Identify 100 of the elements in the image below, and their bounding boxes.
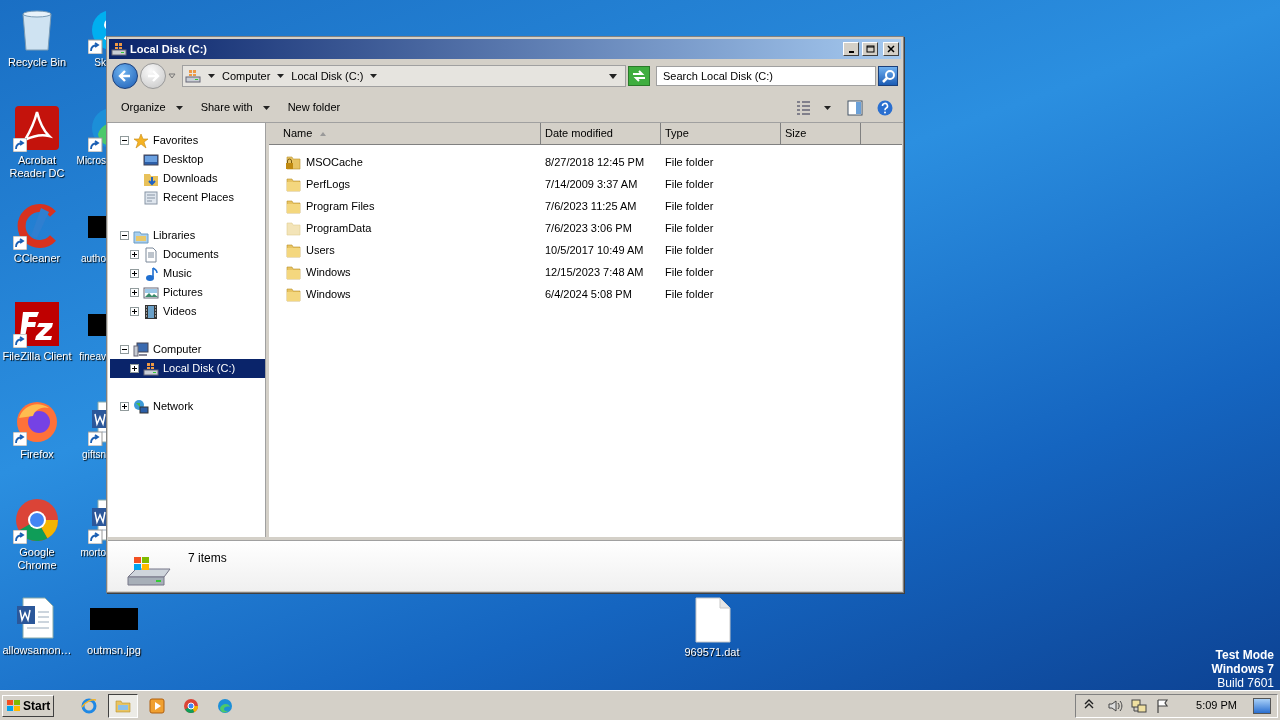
column-header[interactable]: Type (661, 123, 781, 144)
tree-item[interactable]: Local Disk (C:) (110, 359, 265, 378)
toolbar-button[interactable]: Share with (192, 95, 278, 120)
type-cell-text: File folder (664, 220, 715, 236)
file-name[interactable]: Users (306, 241, 335, 259)
file-name[interactable]: Windows (306, 263, 351, 281)
date-cell-text: 12/15/2023 7:48 AM (544, 264, 645, 280)
icon-label[interactable]: Micros (76, 154, 106, 167)
toolbar-button[interactable]: New folder (279, 95, 349, 120)
clock[interactable]: 5:09 PM (1196, 697, 1237, 714)
search-field[interactable]: Search Local Disk (C:) (656, 66, 876, 86)
collapse-toggle[interactable] (120, 136, 129, 145)
drive-icon (111, 41, 127, 57)
expand-toggle[interactable] (130, 288, 139, 297)
icon-label[interactable]: Recycle Bin (0, 56, 74, 69)
music-note-icon (143, 265, 159, 282)
expand-toggle[interactable] (120, 402, 129, 411)
chrome-icon[interactable] (13, 496, 61, 544)
breadcrumb-item[interactable]: Local Disk (C:) (291, 67, 364, 85)
date-cell-text: 8/27/2018 12:45 PM (544, 154, 646, 170)
minus-icon (121, 137, 128, 144)
minimize-button[interactable] (843, 42, 859, 56)
tree-item[interactable]: Favorites (110, 131, 265, 150)
date-cell-text: 10/5/2017 10:49 AM (544, 242, 645, 258)
tree-item[interactable]: Music (110, 264, 265, 283)
column-header[interactable]: Date modified (541, 123, 661, 144)
collapse-toggle[interactable] (120, 231, 129, 240)
address-bar[interactable]: Computer Local Disk (C:) (182, 65, 626, 87)
plus-icon (131, 308, 138, 315)
tree-item[interactable]: Libraries (110, 226, 265, 245)
tree-item[interactable]: Videos (110, 302, 265, 321)
file-name[interactable]: Windows (306, 285, 351, 303)
tree-item[interactable]: Network (110, 397, 265, 416)
tree-item[interactable]: Pictures (110, 283, 265, 302)
icon-label[interactable]: 969571.dat (684, 646, 740, 659)
caret-icon[interactable] (277, 74, 285, 78)
refresh-button[interactable] (628, 66, 650, 86)
tree-item[interactable]: Desktop (110, 150, 265, 169)
icon-label[interactable]: morto (80, 546, 106, 559)
file-name[interactable]: PerfLogs (306, 175, 351, 193)
faded-folder-icon (285, 220, 301, 236)
icon-label[interactable]: CCleaner (0, 252, 74, 265)
icon-label[interactable]: FileZilla Client (0, 350, 74, 363)
icon-label[interactable]: fineav (79, 350, 106, 363)
drive-icon (143, 360, 159, 377)
taskbar-app-button[interactable] (108, 693, 139, 718)
maximize-button[interactable] (862, 42, 878, 56)
search-button[interactable] (878, 66, 898, 86)
list-view-icon (796, 99, 812, 116)
tree-item[interactable]: Downloads (110, 169, 265, 188)
file-name[interactable]: MSOCache (306, 153, 363, 171)
type-cell-text: File folder (664, 176, 715, 192)
date-cell-text: 7/6/2023 11:25 AM (544, 198, 638, 214)
icon-label[interactable]: Sk (94, 56, 106, 69)
tree-item[interactable]: Computer (110, 340, 265, 359)
icon-label[interactable]: giftsn (82, 448, 106, 461)
folder-icon (285, 264, 301, 280)
show-desktop-button[interactable] (1253, 697, 1271, 714)
expand-toggle[interactable] (130, 250, 139, 259)
back-button[interactable] (112, 63, 138, 89)
column-header[interactable]: Name (269, 123, 541, 144)
expand-toggle[interactable] (130, 269, 139, 278)
document-icon (143, 246, 159, 263)
caret-icon[interactable] (370, 74, 378, 78)
watermark-text: Test Mode (1215, 648, 1274, 662)
tree-item[interactable]: Documents (110, 245, 265, 264)
speaker-icon (1107, 697, 1124, 714)
dropdown-caret-icon[interactable] (609, 73, 617, 79)
left-arrow-icon (117, 68, 133, 84)
icon-label[interactable]: Google Chrome (0, 546, 74, 572)
icon-label[interactable]: Acrobat Reader DC (0, 154, 74, 180)
type-cell-text: File folder (664, 154, 715, 170)
icon-label[interactable]: allowsamon… (0, 644, 74, 657)
caret-icon[interactable] (208, 74, 215, 78)
folder-icon (115, 697, 132, 714)
item-count: 7 items (188, 550, 227, 567)
window-title: Local Disk (C:) (130, 41, 208, 57)
plus-icon (131, 289, 138, 296)
expand-toggle[interactable] (130, 307, 139, 316)
expand-toggle[interactable] (130, 364, 139, 373)
network-icon (133, 398, 149, 415)
breadcrumb-item[interactable]: Computer (222, 67, 271, 85)
folder-icon (285, 242, 301, 258)
start-button[interactable]: Start (2, 694, 55, 717)
date-cell-text: 6/4/2024 5:08 PM (544, 286, 633, 302)
date-cell-text: 7/14/2009 3:37 AM (544, 176, 639, 192)
toolbar-button[interactable]: Organize (113, 95, 191, 120)
file-name[interactable]: Program Files (306, 197, 375, 215)
document-app-icon[interactable] (13, 104, 61, 152)
collapse-toggle[interactable] (120, 345, 129, 354)
column-header[interactable]: Size (781, 123, 861, 144)
close-button[interactable] (883, 42, 899, 56)
icon-label[interactable]: autho (80, 252, 106, 265)
icon-label[interactable]: outmsn.jpg (87, 644, 141, 657)
film-icon (143, 303, 159, 320)
fz-icon[interactable] (13, 300, 61, 348)
tree-item[interactable]: Recent Places (110, 188, 265, 207)
locked-folder-icon (285, 154, 301, 170)
file-name[interactable]: ProgramData (306, 219, 372, 237)
windows-logo-icon (6, 698, 21, 713)
